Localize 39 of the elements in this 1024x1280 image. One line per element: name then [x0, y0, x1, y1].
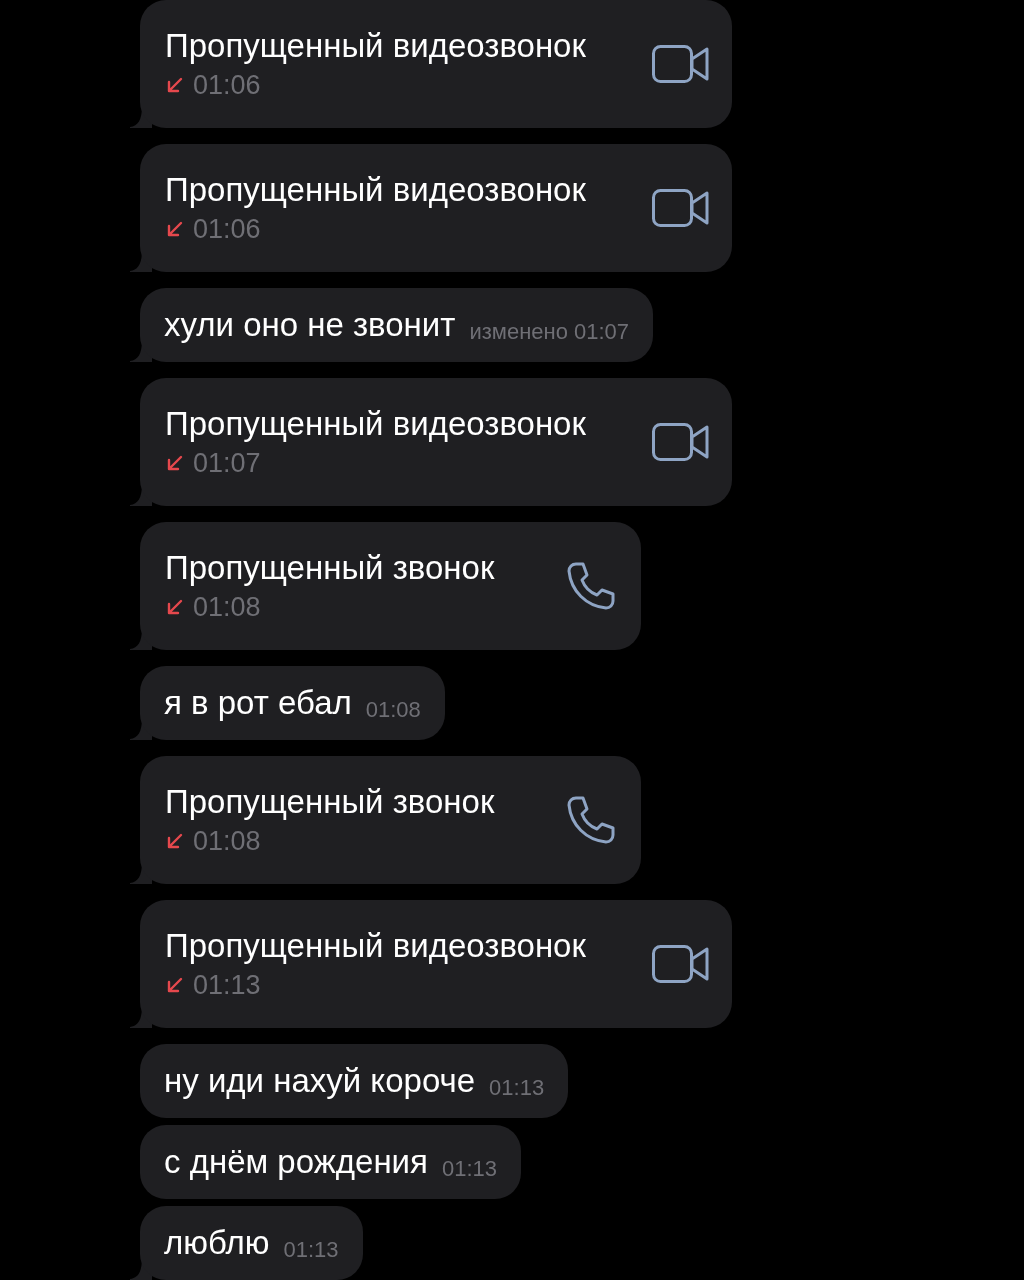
message-time: 01:13	[283, 1237, 339, 1263]
message-bubble[interactable]: я в рот ебал 01:08	[140, 666, 445, 740]
message-text: с днём рождения	[164, 1143, 428, 1181]
message-time: изменено 01:07	[469, 319, 630, 345]
video-camera-icon	[651, 189, 710, 227]
call-title: Пропущенный видеозвонок	[165, 170, 586, 210]
message-time: 01:08	[365, 697, 421, 723]
message-time: 01:13	[441, 1156, 497, 1182]
call-time: 01:06	[193, 213, 261, 246]
phone-icon	[566, 561, 617, 611]
call-title: Пропущенный звонок	[165, 548, 495, 588]
call-time: 01:08	[193, 825, 261, 858]
message-bubble[interactable]: с днём рождения 01:13	[140, 1125, 521, 1199]
call-title: Пропущенный звонок	[165, 782, 495, 822]
call-bubble[interactable]: Пропущенный видеозвонок 01:06	[140, 144, 732, 272]
call-bubble[interactable]: Пропущенный видеозвонок 01:07	[140, 378, 732, 506]
call-title: Пропущенный видеозвонок	[165, 926, 586, 966]
message-bubble[interactable]: хули оно не звонит изменено 01:07	[140, 288, 654, 362]
call-time: 01:06	[193, 69, 261, 102]
message-time: 01:13	[489, 1075, 545, 1101]
video-camera-icon	[651, 945, 710, 983]
call-title: Пропущенный видеозвонок	[165, 26, 586, 66]
call-bubble[interactable]: Пропущенный видеозвонок 01:06	[140, 0, 732, 128]
message-text: хули оно не звонит	[164, 306, 456, 344]
message-text: люблю	[164, 1224, 270, 1262]
call-bubble[interactable]: Пропущенный звонок 01:08	[140, 522, 642, 650]
video-camera-icon	[651, 45, 710, 83]
call-bubble[interactable]: Пропущенный видеозвонок 01:13	[140, 900, 732, 1028]
phone-icon	[566, 795, 617, 845]
message-text: я в рот ебал	[164, 684, 352, 722]
call-time: 01:13	[193, 969, 261, 1002]
message-text: ну иди нахуй короче	[164, 1062, 476, 1100]
call-title: Пропущенный видеозвонок	[165, 404, 586, 444]
call-time: 01:07	[193, 447, 261, 480]
call-time: 01:08	[193, 591, 261, 624]
video-camera-icon	[651, 423, 710, 461]
message-bubble[interactable]: люблю 01:13	[140, 1206, 363, 1280]
call-bubble[interactable]: Пропущенный звонок 01:08	[140, 756, 642, 884]
message-bubble[interactable]: ну иди нахуй короче 01:13	[140, 1044, 569, 1118]
